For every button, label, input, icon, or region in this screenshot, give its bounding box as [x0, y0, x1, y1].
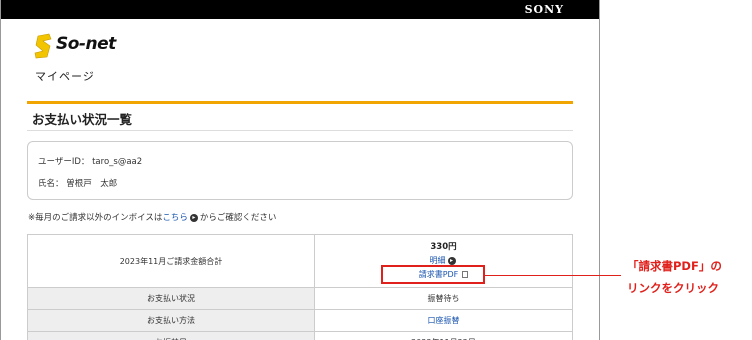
payment-method-cell: 口座振替 [314, 309, 573, 332]
browser-frame: SONY So-net マイページ お支払い状況一覧 ユーザーID： taro_… [0, 0, 600, 340]
payment-table: 2023年11月ご請求金額合計 330円 明細 ▸ 請求書PDF お支払い状況 振… [27, 234, 573, 340]
user-name-row: 氏名： 曽根戸 太郎 [38, 177, 117, 189]
total-label: 2023年11月ご請求金額合計 [27, 234, 315, 288]
payment-status-label: お支払い状況 [27, 287, 315, 310]
invoice-pdf-highlight [381, 265, 485, 284]
table-row: お支払い方法 口座振替 [27, 309, 573, 332]
table-row: お支払い状況 振替待ち [27, 287, 573, 310]
sonet-logo-text: So-net [56, 34, 116, 54]
callout-line1: 「請求書PDF」の [627, 259, 722, 273]
total-amount: 330円 [430, 242, 457, 252]
payment-status-value: 振替待ち [314, 287, 573, 310]
section-header: お支払い状況一覧 [27, 101, 573, 129]
callout-line2: リンクをクリック [627, 281, 719, 295]
user-info-box: ユーザーID： taro_s@aa2 氏名： 曽根戸 太郎 [27, 141, 573, 200]
sony-logo: SONY [524, 3, 564, 16]
page-title: マイページ [35, 70, 95, 83]
payment-method-link[interactable]: 口座振替 [428, 316, 460, 325]
arrow-right-icon: ▸ [447, 256, 456, 265]
user-name-label: 氏名： [38, 179, 64, 189]
user-id-value: taro_s@aa2 [92, 157, 143, 167]
user-id-label: ユーザーID： [38, 157, 90, 167]
notice-prefix: ※毎月のご請求以外のインボイスは [28, 213, 163, 223]
notice-suffix: からご確認ください [199, 213, 277, 223]
sony-header-bar: SONY [1, 0, 599, 19]
section-title: お支払い状況一覧 [32, 112, 133, 127]
detail-link[interactable]: 明細 [430, 256, 446, 265]
notice-link[interactable]: こちら [162, 213, 188, 223]
user-id-row: ユーザーID： taro_s@aa2 [38, 155, 142, 167]
user-name-value: 曽根戸 太郎 [66, 179, 118, 189]
transfer-date-label: お振替日 [27, 331, 315, 340]
sonet-logo-icon [34, 33, 52, 59]
callout-text: 「請求書PDF」の リンクをクリック [627, 255, 751, 299]
invoice-notice: ※毎月のご請求以外のインボイスはこちら ▸ からご確認ください [28, 211, 276, 223]
table-row: 2023年11月ご請求金額合計 330円 明細 ▸ 請求書PDF [27, 234, 573, 288]
arrow-right-icon: ▸ [189, 213, 198, 222]
table-row: お振替日 2023年11月22日 [27, 331, 573, 340]
divider [27, 130, 573, 131]
transfer-date-value: 2023年11月22日 [314, 331, 573, 340]
callout-line [485, 275, 621, 276]
payment-method-label: お支払い方法 [27, 309, 315, 332]
